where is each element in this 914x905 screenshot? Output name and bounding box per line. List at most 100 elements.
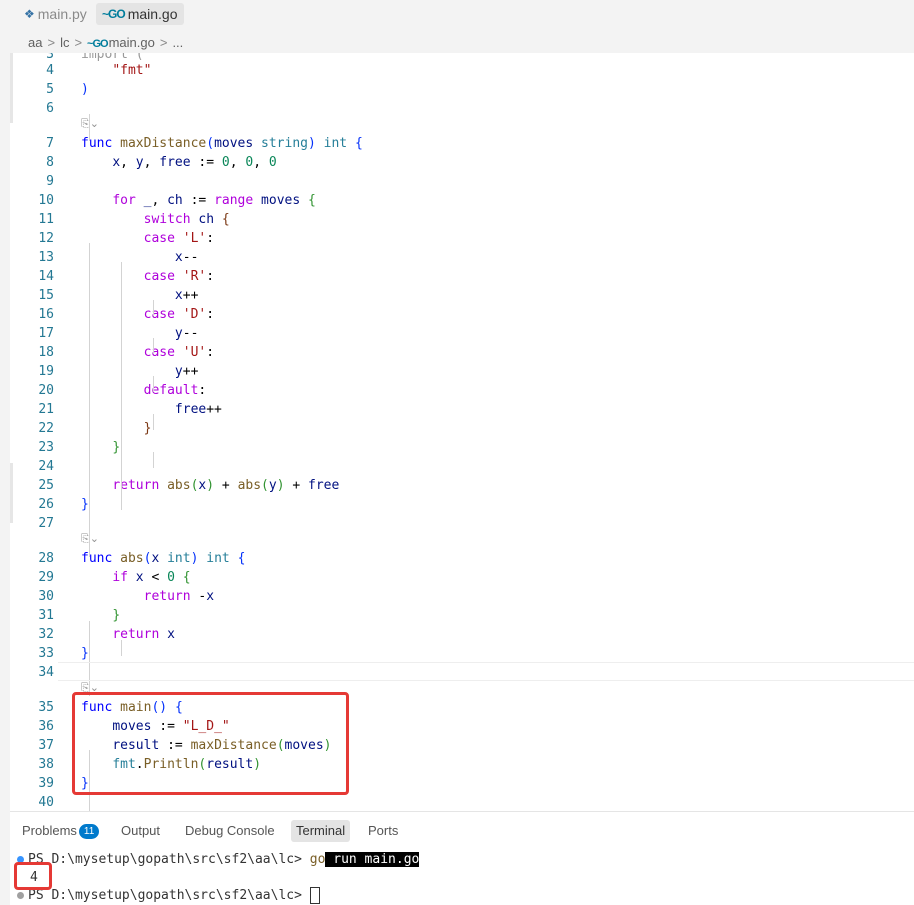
line-number: 23 (38, 440, 54, 455)
line-number: 26 (38, 497, 54, 512)
code-line: } (112, 440, 121, 455)
line-number: 5 (46, 82, 54, 97)
code-line: return -x (143, 589, 215, 604)
code-line: case 'D': (143, 307, 215, 322)
command-status-dot (17, 892, 24, 899)
line-number: 29 (38, 570, 54, 585)
tab-debug-console[interactable]: Debug Console (180, 820, 280, 842)
chevron-right-icon: > (159, 34, 168, 50)
line-number: 11 (38, 212, 54, 227)
code-line: for _, ch := range moves { (112, 193, 316, 208)
code-line: return x (112, 627, 175, 642)
indent-guide (153, 452, 154, 468)
code-line: x-- (174, 250, 199, 265)
tab-main-py[interactable]: ❖ main.py (18, 3, 93, 25)
line-number: 24 (38, 459, 54, 474)
line-number: 35 (38, 700, 54, 715)
code-line: y++ (174, 364, 199, 379)
tab-ports[interactable]: Ports (363, 820, 403, 842)
code-line: case 'L': (143, 231, 215, 246)
code-line: } (112, 608, 121, 623)
scroll-marker (10, 463, 13, 523)
indent-guide (89, 114, 90, 141)
bottom-panel: Problems 11 Output Debug Console Terminal… (10, 811, 914, 905)
tab-problems-label: Problems (22, 823, 77, 838)
terminal-prompt: PS D:\mysetup\gopath\src\sf2\aa\lc> (28, 852, 310, 867)
python-icon: ❖ (24, 7, 35, 21)
code-lens-icon[interactable]: ⎘⌄ (81, 117, 99, 131)
chevron-right-icon: > (47, 34, 56, 50)
code-line: } (81, 646, 89, 661)
line-number: 20 (38, 383, 54, 398)
current-line-highlight (58, 662, 914, 681)
code-line: case 'R': (143, 269, 215, 284)
code-line: ) (81, 82, 89, 97)
tab-output[interactable]: Output (116, 820, 165, 842)
line-number: 9 (46, 174, 54, 189)
tab-main-go[interactable]: ~GO main.go (96, 3, 184, 25)
indent-guide (121, 640, 122, 656)
line-number: 12 (38, 231, 54, 246)
code-line: } (143, 421, 152, 436)
line-number: 15 (38, 288, 54, 303)
code-line: default: (143, 383, 207, 398)
code-line: switch ch { (143, 212, 230, 227)
code-line: case 'U': (143, 345, 215, 360)
code-line: y-- (174, 326, 199, 341)
highlight-box-main (72, 692, 349, 795)
breadcrumb-file-label: main.go (108, 34, 155, 50)
line-number: 38 (38, 757, 54, 772)
code-line: "fmt" (112, 63, 152, 78)
breadcrumb-item[interactable]: ... (172, 35, 183, 50)
indent-guide (153, 414, 154, 430)
tab-label: main.py (37, 6, 87, 22)
code-line: return abs(x) + abs(y) + free (112, 478, 340, 493)
line-number: 33 (38, 646, 54, 661)
terminal-prompt: PS D:\mysetup\gopath\src\sf2\aa\lc> (28, 888, 310, 903)
indent-guide (89, 520, 90, 557)
code-line: } (81, 497, 89, 512)
terminal-command-args: run main.go (325, 852, 420, 867)
indent-guide (153, 338, 154, 354)
line-number: 30 (38, 589, 54, 604)
go-icon: ~GO (102, 7, 126, 21)
tab-problems[interactable]: Problems 11 (17, 820, 104, 842)
line-number: 32 (38, 627, 54, 642)
line-number: 6 (46, 101, 54, 116)
line-number: 19 (38, 364, 54, 379)
breadcrumb-file[interactable]: ~GOmain.go (87, 35, 155, 50)
line-number: 21 (38, 402, 54, 417)
tab-terminal[interactable]: Terminal (291, 820, 351, 842)
line-number: 37 (38, 738, 54, 753)
line-number: 36 (38, 719, 54, 734)
line-number: 27 (38, 516, 54, 531)
terminal-cursor (309, 887, 320, 904)
code-line: free++ (174, 402, 222, 417)
go-icon: ~GO (87, 37, 109, 50)
line-number: 40 (38, 795, 54, 810)
breadcrumb-item[interactable]: aa (28, 35, 42, 50)
line-number: 34 (38, 665, 54, 680)
chevron-right-icon: > (74, 34, 83, 50)
line-number: 17 (38, 326, 54, 341)
line-number: 8 (46, 155, 54, 170)
code-line: if x < 0 { (112, 570, 191, 585)
tab-label: main.go (127, 6, 178, 22)
line-number: 39 (38, 776, 54, 791)
code-lens-icon[interactable]: ⎘⌄ (81, 532, 99, 546)
line-number: 13 (38, 250, 54, 265)
code-line: func abs(x int) int { (81, 551, 246, 566)
terminal-command: go (309, 852, 326, 867)
code-line: x, y, free := 0, 0, 0 (112, 155, 277, 170)
breadcrumb-item[interactable]: lc (60, 35, 69, 50)
indent-guide (89, 243, 90, 553)
terminal-line-1[interactable]: PS D:\mysetup\gopath\src\sf2\aa\lc> go r… (28, 851, 420, 869)
breadcrumb: aa > lc > ~GOmain.go > ... (28, 33, 183, 51)
line-number: 16 (38, 307, 54, 322)
scroll-marker (10, 53, 13, 123)
line-number: 10 (38, 193, 54, 208)
terminal-line-3[interactable]: PS D:\mysetup\gopath\src\sf2\aa\lc> (28, 887, 320, 905)
line-number: 14 (38, 269, 54, 284)
line-number: 25 (38, 478, 54, 493)
code-line: func maxDistance(moves string) int { (81, 136, 363, 151)
